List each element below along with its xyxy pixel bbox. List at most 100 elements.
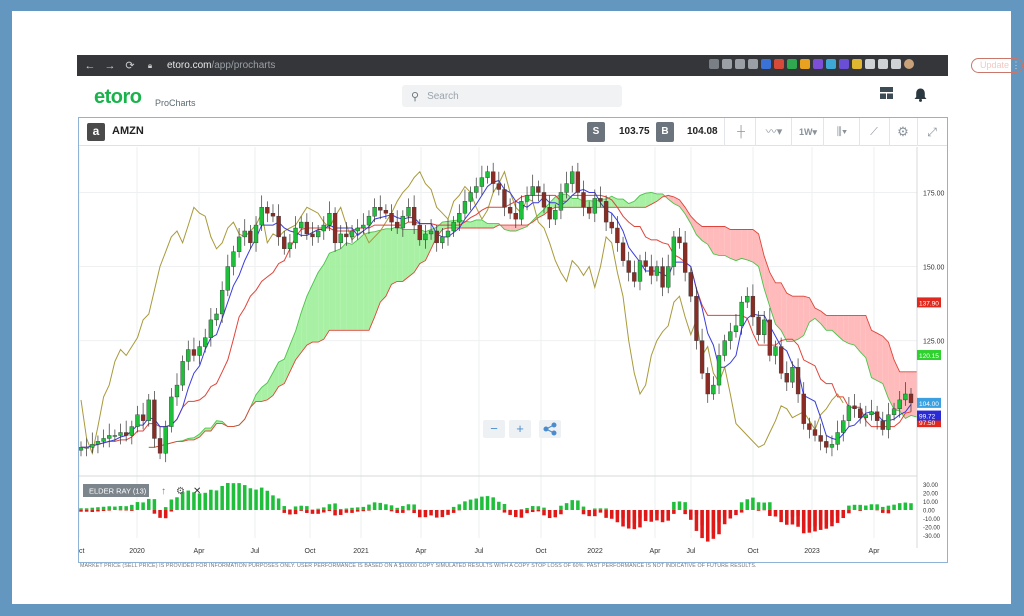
zoom-in-label: + (516, 421, 524, 436)
candle-body (558, 192, 564, 211)
indicator-settings-icon[interactable]: ⚙ (176, 486, 185, 497)
bull-power-bar (101, 506, 106, 510)
search-input[interactable]: ⚲ Search (402, 85, 622, 107)
bull-power-bar (316, 508, 320, 510)
candle-body (417, 224, 422, 241)
bull-power-bar (542, 507, 546, 510)
extension-icon[interactable] (787, 59, 797, 69)
forward-icon[interactable]: → (103, 60, 117, 72)
extension-icon[interactable] (800, 59, 810, 69)
back-icon[interactable]: ← (83, 60, 97, 72)
bull-power-bar (395, 507, 399, 510)
bull-power-bar (146, 498, 151, 510)
bear-power-bar (440, 510, 445, 512)
bear-power-bar (547, 510, 552, 512)
candle-body (191, 349, 197, 356)
bull-power-bar (858, 504, 862, 510)
reload-icon[interactable]: ⟳ (123, 59, 137, 72)
lock-icon[interactable]: 🔒︎ (143, 61, 157, 71)
candle-body (299, 221, 304, 229)
extension-icon[interactable] (865, 59, 875, 69)
candle-body (208, 319, 214, 338)
zoom-in-button[interactable]: + (509, 420, 531, 438)
extension-icon[interactable] (878, 59, 888, 69)
candle-body (84, 447, 89, 449)
cloud-segment (352, 239, 358, 331)
extension-icon[interactable] (813, 59, 823, 69)
bear-power-bar (632, 510, 637, 524)
candle-body (677, 236, 682, 244)
cloud-segment (752, 229, 759, 267)
extension-icon[interactable] (748, 59, 758, 69)
bear-power-bar (338, 510, 343, 515)
bear-power-bar (530, 510, 535, 513)
cloud-segment (391, 226, 398, 285)
candle-body (395, 221, 400, 229)
bull-power-bar (875, 504, 879, 510)
bull-power-bar (864, 505, 868, 510)
bear-power-bar (508, 510, 512, 515)
bear-power-bar (779, 510, 783, 523)
bull-power-bar (852, 504, 857, 510)
candle-body (564, 183, 569, 193)
bear-power-bar (553, 510, 558, 512)
candle-body (101, 438, 106, 442)
cloud-segment (634, 195, 640, 208)
candle-body (197, 346, 202, 356)
candle-body (818, 435, 823, 442)
move-up-icon[interactable]: ↑ (161, 486, 166, 497)
bear-power-bar (705, 510, 710, 533)
remove-indicator-icon[interactable]: ✕ (193, 486, 201, 497)
extension-icon[interactable] (709, 59, 719, 69)
layout-icon[interactable] (880, 87, 893, 99)
bull-power-bar (237, 483, 241, 510)
bull-power-bar (672, 501, 676, 510)
bell-icon[interactable] (914, 88, 927, 102)
avatar[interactable] (904, 59, 914, 69)
extension-icon[interactable] (735, 59, 745, 69)
time-label: 2022 (587, 548, 603, 555)
bear-power-bar (779, 510, 783, 511)
extension-icon[interactable] (852, 59, 862, 69)
bear-power-bar (389, 510, 394, 512)
bull-power-bar (751, 497, 755, 510)
extension-icon[interactable] (839, 59, 849, 69)
update-button[interactable]: Update ⋮ (971, 58, 1023, 73)
etoro-logo[interactable]: etoro (94, 86, 142, 109)
candle-body (265, 207, 270, 214)
bull-power-bar (491, 497, 495, 510)
candle-body (310, 233, 315, 238)
bear-power-bar (722, 510, 727, 517)
bull-power-bar (276, 498, 281, 510)
candle-body (293, 227, 298, 244)
price-chart[interactable]: 175.00 150.00 125.00 137.90 120.15 104.00 97.5… (79, 118, 947, 562)
indicator-name: ELDER RAY (13) (89, 487, 147, 496)
extension-icon[interactable] (826, 59, 836, 69)
extension-icon[interactable] (774, 59, 784, 69)
bull-power-bar (130, 504, 134, 510)
extension-icon[interactable] (761, 59, 771, 69)
zoom-out-button[interactable]: − (483, 420, 505, 438)
time-label: Apr (194, 548, 206, 555)
extension-icon[interactable] (722, 59, 732, 69)
bull-power-bar (909, 503, 913, 510)
price-tick-label: 175.00 (923, 190, 945, 197)
bull-power-bar (497, 501, 501, 510)
bear-power-bar (655, 510, 659, 515)
candle-body (445, 230, 451, 238)
bear-power-bar (163, 510, 168, 519)
bull-power-bar (169, 499, 174, 510)
disclaimer-text: MARKET PRICE (SELL PRICE) IS PROVIDED FO… (80, 563, 757, 569)
share-button[interactable] (539, 420, 561, 438)
bull-power-bar (186, 490, 191, 510)
address-bar[interactable]: etoro.com/app/procharts (167, 60, 275, 71)
candle-body (807, 423, 812, 430)
kebab-menu-icon[interactable]: ⋮ (1012, 60, 1021, 70)
search-placeholder: Search (427, 90, 459, 102)
candle-body (389, 212, 394, 223)
bear-power-bar (807, 510, 812, 528)
bull-power-bar (384, 504, 388, 510)
cloud-segment (871, 330, 878, 381)
bear-power-bar (322, 510, 326, 513)
extension-icon[interactable] (891, 59, 901, 69)
